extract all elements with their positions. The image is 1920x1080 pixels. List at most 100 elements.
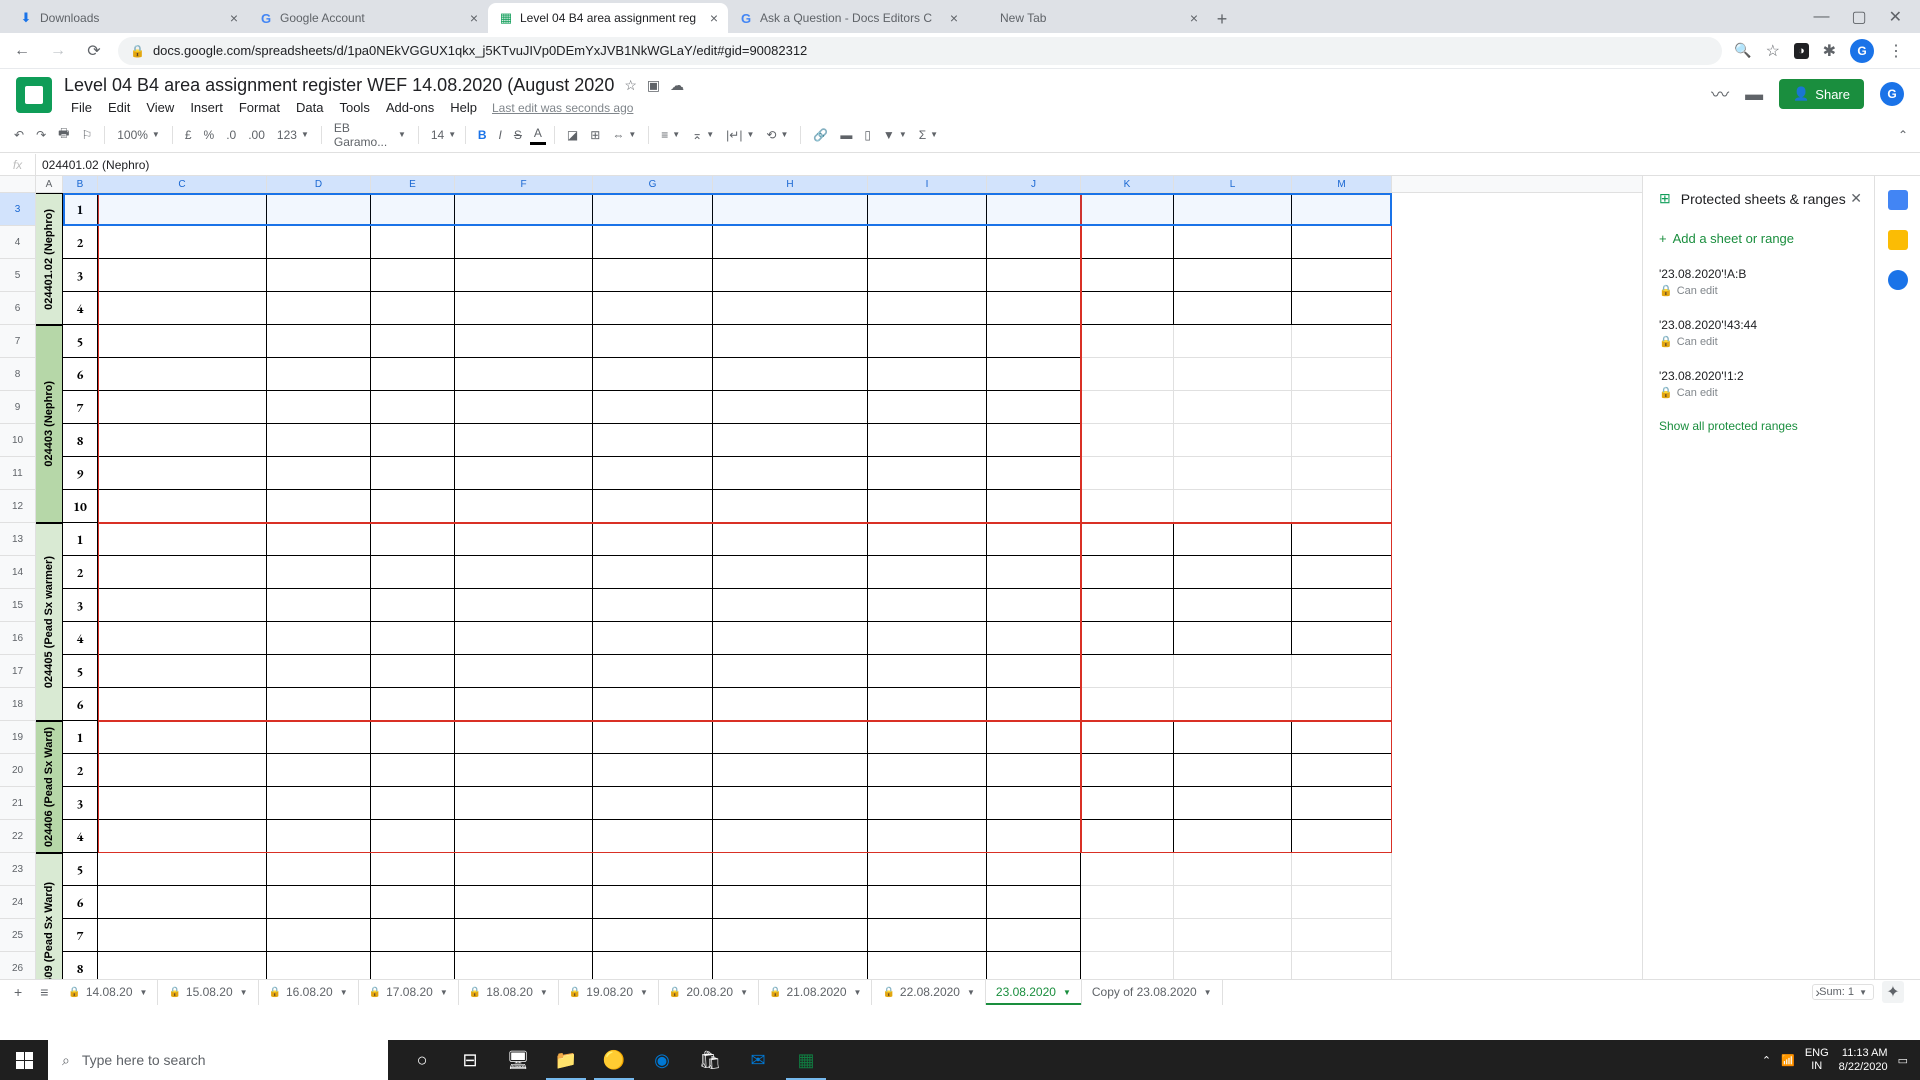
cell[interactable]: [1174, 523, 1292, 556]
cell[interactable]: 6: [63, 886, 98, 919]
cell[interactable]: [371, 391, 455, 424]
sheet-tab[interactable]: 🔒14.08.20▼: [58, 980, 158, 1005]
cell[interactable]: [455, 325, 593, 358]
row-header-23[interactable]: 23: [0, 853, 36, 886]
cell[interactable]: [1292, 391, 1392, 424]
cell[interactable]: [1292, 853, 1392, 886]
cell[interactable]: [455, 358, 593, 391]
cell[interactable]: [593, 391, 713, 424]
cell[interactable]: [987, 325, 1081, 358]
cell[interactable]: [593, 820, 713, 853]
sheet-tab[interactable]: 🔒17.08.20▼: [359, 980, 459, 1005]
cell[interactable]: [593, 919, 713, 952]
cell[interactable]: [987, 919, 1081, 952]
column-header-C[interactable]: C: [98, 176, 267, 192]
cell[interactable]: [713, 754, 868, 787]
cell[interactable]: [267, 721, 371, 754]
cell[interactable]: [267, 523, 371, 556]
last-edit-text[interactable]: Last edit was seconds ago: [492, 101, 633, 115]
cell[interactable]: [713, 787, 868, 820]
language-indicator[interactable]: ENG: [1805, 1047, 1829, 1060]
region-indicator[interactable]: IN: [1805, 1060, 1829, 1073]
cell[interactable]: [267, 919, 371, 952]
print-button[interactable]: 🖶: [54, 122, 73, 147]
column-header-G[interactable]: G: [593, 176, 713, 192]
cell[interactable]: [1081, 259, 1174, 292]
url-field[interactable]: 🔒 docs.google.com/spreadsheets/d/1pa0NEk…: [118, 37, 1722, 65]
cell[interactable]: [1081, 193, 1174, 226]
cell[interactable]: [98, 754, 267, 787]
cell[interactable]: [987, 226, 1081, 259]
cell[interactable]: [987, 688, 1081, 721]
row-header-7[interactable]: 7: [0, 325, 36, 358]
cell[interactable]: 4: [63, 622, 98, 655]
bold-button[interactable]: B: [474, 126, 491, 144]
browser-tab[interactable]: ⬇Downloads×: [8, 3, 248, 33]
cell[interactable]: [1174, 325, 1292, 358]
cell[interactable]: [1292, 457, 1392, 490]
share-button[interactable]: 👤Share: [1779, 79, 1864, 109]
cloud-icon[interactable]: ☁: [670, 77, 684, 94]
cell[interactable]: [713, 952, 868, 979]
cell[interactable]: [868, 952, 987, 979]
cell[interactable]: [987, 886, 1081, 919]
cell[interactable]: [1292, 226, 1392, 259]
cell[interactable]: [1292, 589, 1392, 622]
tray-expand-icon[interactable]: ⌃: [1762, 1054, 1771, 1067]
cell[interactable]: [987, 820, 1081, 853]
chevron-down-icon[interactable]: ▼: [1204, 988, 1212, 997]
cell[interactable]: [868, 655, 987, 688]
italic-button[interactable]: I: [495, 126, 506, 144]
cell[interactable]: [593, 886, 713, 919]
browser-tab[interactable]: GAsk a Question - Docs Editors C×: [728, 3, 968, 33]
undo-button[interactable]: ↶: [10, 126, 28, 144]
cell[interactable]: [1292, 721, 1392, 754]
column-header-A[interactable]: A: [36, 176, 63, 192]
decrease-decimal-button[interactable]: .0: [222, 126, 240, 144]
cell-group-label[interactable]: 024405 (Pead Sx warmer): [36, 523, 63, 721]
cell[interactable]: [455, 391, 593, 424]
cell[interactable]: [98, 919, 267, 952]
cell[interactable]: [455, 820, 593, 853]
chevron-down-icon[interactable]: ▼: [540, 988, 548, 997]
tasks-icon[interactable]: [1888, 270, 1908, 290]
cell[interactable]: [267, 556, 371, 589]
cell[interactable]: [868, 754, 987, 787]
cell[interactable]: 3: [63, 589, 98, 622]
cell[interactable]: [267, 589, 371, 622]
cell[interactable]: [371, 688, 455, 721]
cell[interactable]: [98, 259, 267, 292]
calendar-icon[interactable]: [1888, 190, 1908, 210]
cell[interactable]: [868, 226, 987, 259]
cell[interactable]: [1174, 226, 1292, 259]
cell[interactable]: [371, 655, 455, 688]
cell[interactable]: [987, 523, 1081, 556]
cell[interactable]: [1174, 358, 1292, 391]
sheet-tab[interactable]: 🔒20.08.20▼: [659, 980, 759, 1005]
cell[interactable]: 4: [63, 292, 98, 325]
row-header-15[interactable]: 15: [0, 589, 36, 622]
cell[interactable]: 2: [63, 226, 98, 259]
cell-group-label[interactable]: 024403 (Nephro): [36, 325, 63, 523]
row-header-9[interactable]: 9: [0, 391, 36, 424]
notifications-icon[interactable]: ▭: [1898, 1054, 1908, 1067]
cell[interactable]: [455, 853, 593, 886]
cell[interactable]: [713, 556, 868, 589]
cell[interactable]: 1: [63, 193, 98, 226]
cell[interactable]: [713, 721, 868, 754]
new-tab-button[interactable]: +: [1208, 5, 1236, 33]
cell[interactable]: [98, 457, 267, 490]
cell[interactable]: [868, 919, 987, 952]
back-button[interactable]: ←: [10, 42, 34, 60]
row-header-25[interactable]: 25: [0, 919, 36, 952]
chevron-down-icon[interactable]: ▼: [440, 988, 448, 997]
paint-format-button[interactable]: ⚐: [77, 126, 96, 144]
cell[interactable]: [593, 226, 713, 259]
cell[interactable]: 5: [63, 325, 98, 358]
chevron-down-icon[interactable]: ▼: [854, 988, 862, 997]
close-icon[interactable]: ×: [950, 10, 958, 26]
cell[interactable]: [1081, 853, 1174, 886]
extension-icon[interactable]: ◑: [1794, 43, 1809, 59]
cell[interactable]: 5: [63, 655, 98, 688]
cell[interactable]: [371, 490, 455, 523]
